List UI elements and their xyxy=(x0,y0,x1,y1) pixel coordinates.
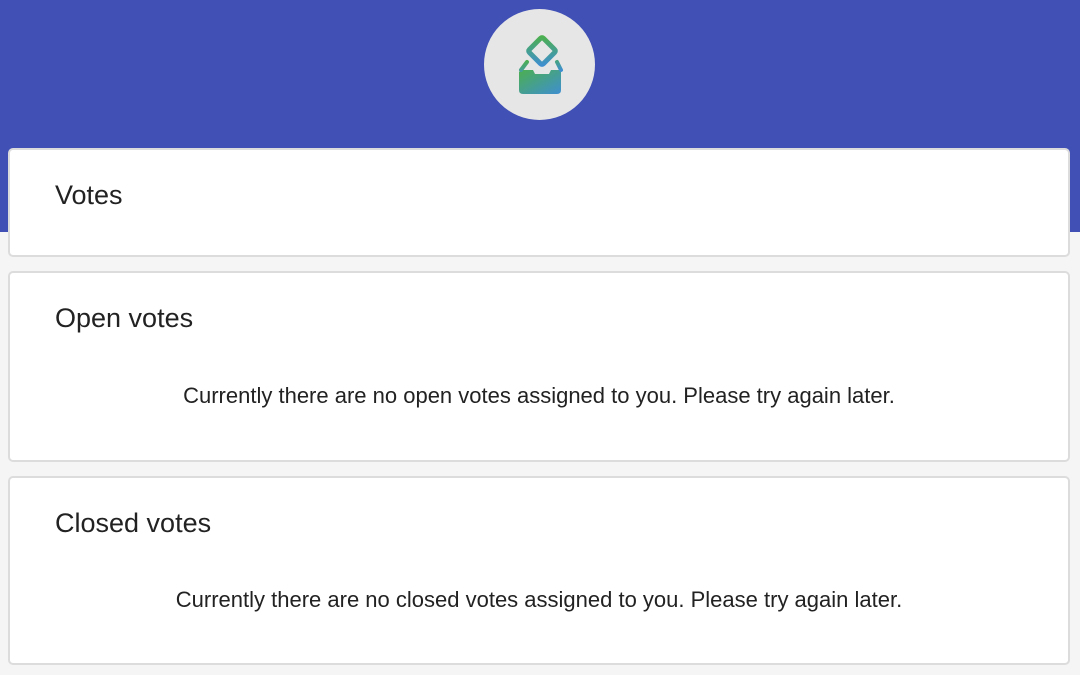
open-votes-card: Open votes Currently there are no open v… xyxy=(8,271,1070,462)
closed-votes-empty-message: Currently there are no closed votes assi… xyxy=(175,587,903,612)
app-logo xyxy=(484,9,595,120)
closed-votes-card: Closed votes Currently there are no clos… xyxy=(8,476,1070,665)
ballot-box-icon xyxy=(518,34,563,94)
votes-header-card: Votes xyxy=(8,148,1070,257)
page-title: Votes xyxy=(55,180,123,210)
closed-votes-title: Closed votes xyxy=(55,508,212,538)
open-votes-title: Open votes xyxy=(55,303,194,333)
open-votes-empty-message: Currently there are no open votes assign… xyxy=(183,383,895,408)
